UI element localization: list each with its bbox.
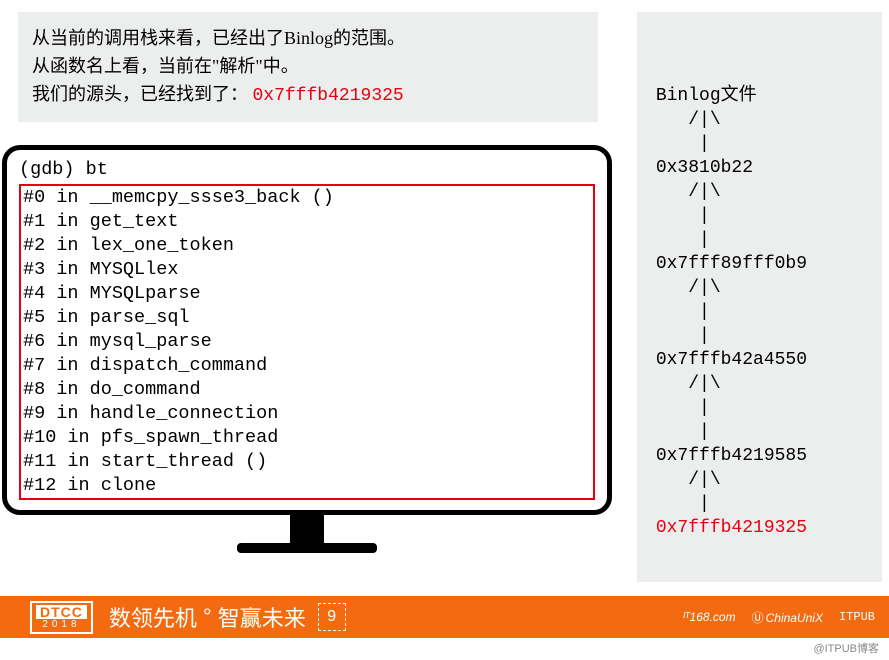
summary-box: 从当前的调用栈来看，已经出了Binlog的范围。 从函数名上看，当前在"解析"中… (18, 12, 598, 122)
stack-frame: #6 in mysql_parse (23, 330, 591, 354)
tree-branch: /|\ (637, 180, 882, 204)
sponsor-it168: ᴵᵀ168.com (683, 610, 736, 624)
stack-frame: #3 in MYSQLlex (23, 258, 591, 282)
tree-title-suffix: 文件 (721, 84, 757, 104)
stack-frame: #1 in get_text (23, 210, 591, 234)
stack-frame: #2 in lex_one_token (23, 234, 591, 258)
tree-node: 0x7fff89fff0b9 (637, 252, 882, 276)
tree-pipe: | (637, 132, 882, 156)
summary-line-2: 从函数名上看，当前在"解析"中。 (32, 52, 584, 80)
tree-branch: /|\ (637, 276, 882, 300)
dtcc-logo-top: DTCC (36, 605, 87, 619)
sponsor-chinaunix: ChinaUniX (752, 609, 823, 626)
tree-title: Binlog文件 (637, 82, 882, 108)
tree-pipe: | (637, 492, 882, 516)
gdb-prompt: (gdb) bt (19, 158, 595, 182)
stack-frame: #8 in do_command (23, 378, 591, 402)
tree-pipe: | (637, 420, 882, 444)
tree-pipe: | (637, 300, 882, 324)
summary-address: 0x7fffb4219325 (253, 86, 404, 106)
monitor-stand-base (237, 543, 377, 553)
summary-line-3-prefix: 我们的源头，已经找到了： (32, 84, 253, 104)
monitor-stand-neck (290, 515, 324, 543)
tree-branch: /|\ (637, 468, 882, 492)
slogan-part-a: 数领先机 (107, 601, 199, 633)
tree-node: 0x7fffb4219585 (637, 444, 882, 468)
stack-frame: #12 in clone (23, 474, 591, 498)
stack-frame: #10 in pfs_spawn_thread (23, 426, 591, 450)
edition-nine-icon: 9 (318, 603, 346, 631)
slogan-dot-sep: ° (203, 604, 212, 630)
stack-frame: #11 in start_thread () (23, 450, 591, 474)
tree-node: 0x7fffb42a4550 (637, 348, 882, 372)
stack-frame: #4 in MYSQLparse (23, 282, 591, 306)
tree-node: 0x3810b22 (637, 156, 882, 180)
attribution-text: @ITPUB博客 (813, 640, 879, 656)
tree-branch: /|\ (637, 108, 882, 132)
backtrace-box: #0 in __memcpy_ssse3_back () #1 in get_t… (19, 184, 595, 500)
dtcc-logo: DTCC 2018 (30, 601, 93, 634)
monitor: (gdb) bt #0 in __memcpy_ssse3_back () #1… (2, 145, 612, 553)
sponsor-itpub: ITPUB (839, 610, 875, 624)
terminal-screen: (gdb) bt #0 in __memcpy_ssse3_back () #1… (2, 145, 612, 515)
stack-frame: #9 in handle_connection (23, 402, 591, 426)
stack-frame: #0 in __memcpy_ssse3_back () (23, 186, 591, 210)
address-tree-panel: Binlog文件 /|\ | 0x3810b22 /|\ | | 0x7fff8… (637, 12, 882, 582)
summary-line-3: 我们的源头，已经找到了： 0x7fffb4219325 (32, 80, 584, 110)
footer-bar: DTCC 2018 数领先机 ° 智赢未来 9 ᴵᵀ168.com ChinaU… (0, 596, 889, 638)
footer-slogan: 数领先机 ° 智赢未来 9 (107, 601, 346, 633)
dtcc-logo-year: 2018 (36, 619, 87, 630)
tree-pipe: | (637, 228, 882, 252)
stack-frame: #5 in parse_sql (23, 306, 591, 330)
tree-pipe: | (637, 396, 882, 420)
footer-sponsors: ᴵᵀ168.com ChinaUniX ITPUB (683, 609, 875, 626)
tree-title-prefix: Binlog (656, 86, 721, 106)
tree-pipe: | (637, 324, 882, 348)
stack-frame: #7 in dispatch_command (23, 354, 591, 378)
tree-branch: /|\ (637, 372, 882, 396)
tree-pipe: | (637, 204, 882, 228)
tree-final-address: 0x7fffb4219325 (637, 516, 882, 540)
summary-line-1: 从当前的调用栈来看，已经出了Binlog的范围。 (32, 24, 584, 52)
slogan-part-b: 智赢未来 (216, 601, 308, 633)
